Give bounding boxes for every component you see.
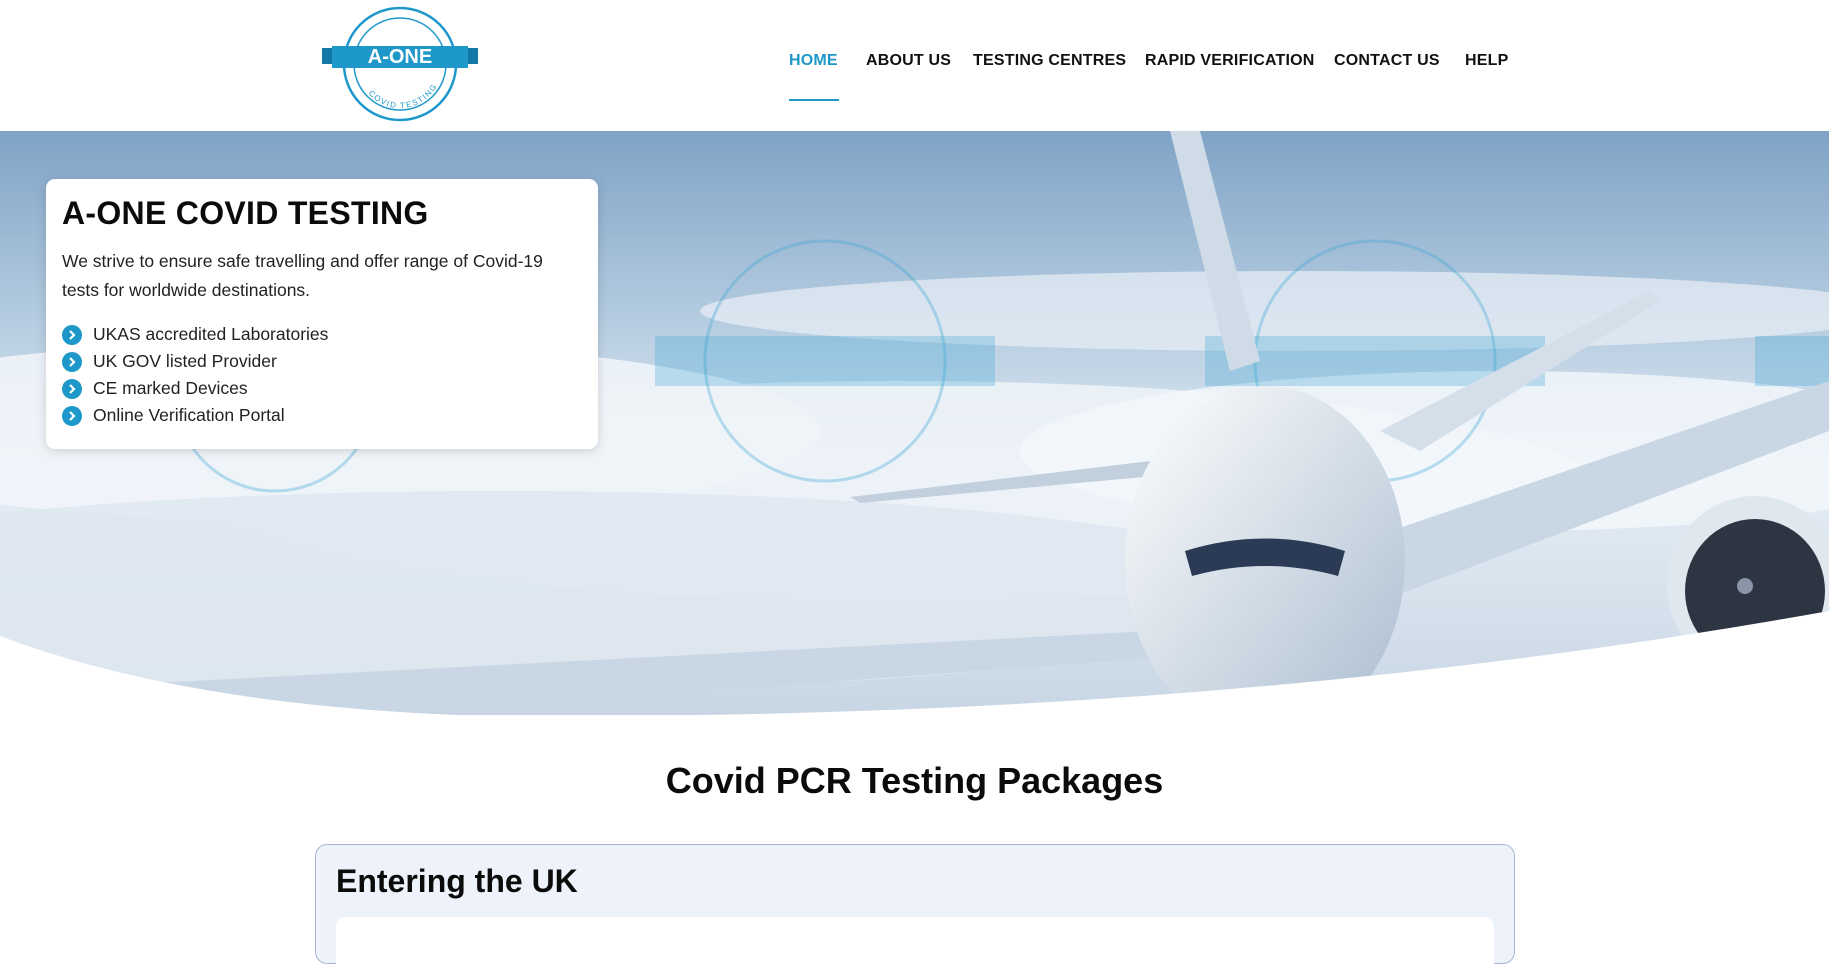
feature-item: Online Verification Portal (62, 402, 582, 429)
feature-label: UKAS accredited Laboratories (93, 324, 329, 344)
chevron-right-circle-icon (62, 378, 82, 399)
package-card[interactable] (336, 917, 1494, 977)
nav-help[interactable]: HELP (1465, 52, 1508, 70)
hero-banner: A-ONE COVID TESTING We strive to ensure … (0, 131, 1829, 715)
nav-rapid-verification[interactable]: RAPID VERIFICATION (1145, 52, 1315, 70)
feature-list: UKAS accredited Laboratories UK GOV list… (62, 321, 582, 429)
hero-title: A-ONE COVID TESTING (62, 195, 429, 231)
main-nav: HOME ABOUT US TESTING CENTRES RAPID VERI… (0, 52, 1829, 92)
feature-label: UK GOV listed Provider (93, 351, 277, 371)
nav-about-us[interactable]: ABOUT US (866, 52, 951, 70)
site-header: A-ONE COVID TESTING HOME ABOUT US TESTIN… (0, 0, 1829, 131)
feature-item: UK GOV listed Provider (62, 348, 582, 375)
chevron-right-circle-icon (62, 324, 82, 345)
nav-testing-centres[interactable]: TESTING CENTRES (973, 52, 1126, 70)
active-nav-indicator (789, 99, 839, 101)
feature-label: Online Verification Portal (93, 405, 285, 425)
package-group-entering-uk: Entering the UK (315, 844, 1515, 977)
nav-home[interactable]: HOME (789, 52, 838, 70)
feature-item: UKAS accredited Laboratories (62, 321, 582, 348)
nav-contact-us[interactable]: CONTACT US (1334, 52, 1440, 70)
chevron-right-circle-icon (62, 351, 82, 372)
package-group-title: Entering the UK (336, 863, 578, 899)
feature-item: CE marked Devices (62, 375, 582, 402)
feature-label: CE marked Devices (93, 378, 248, 398)
hero-description: We strive to ensure safe travelling and … (62, 251, 543, 300)
chevron-right-circle-icon (62, 405, 82, 426)
packages-section-title: Covid PCR Testing Packages (665, 760, 1164, 801)
hero-info-card: A-ONE COVID TESTING We strive to ensure … (46, 179, 598, 449)
